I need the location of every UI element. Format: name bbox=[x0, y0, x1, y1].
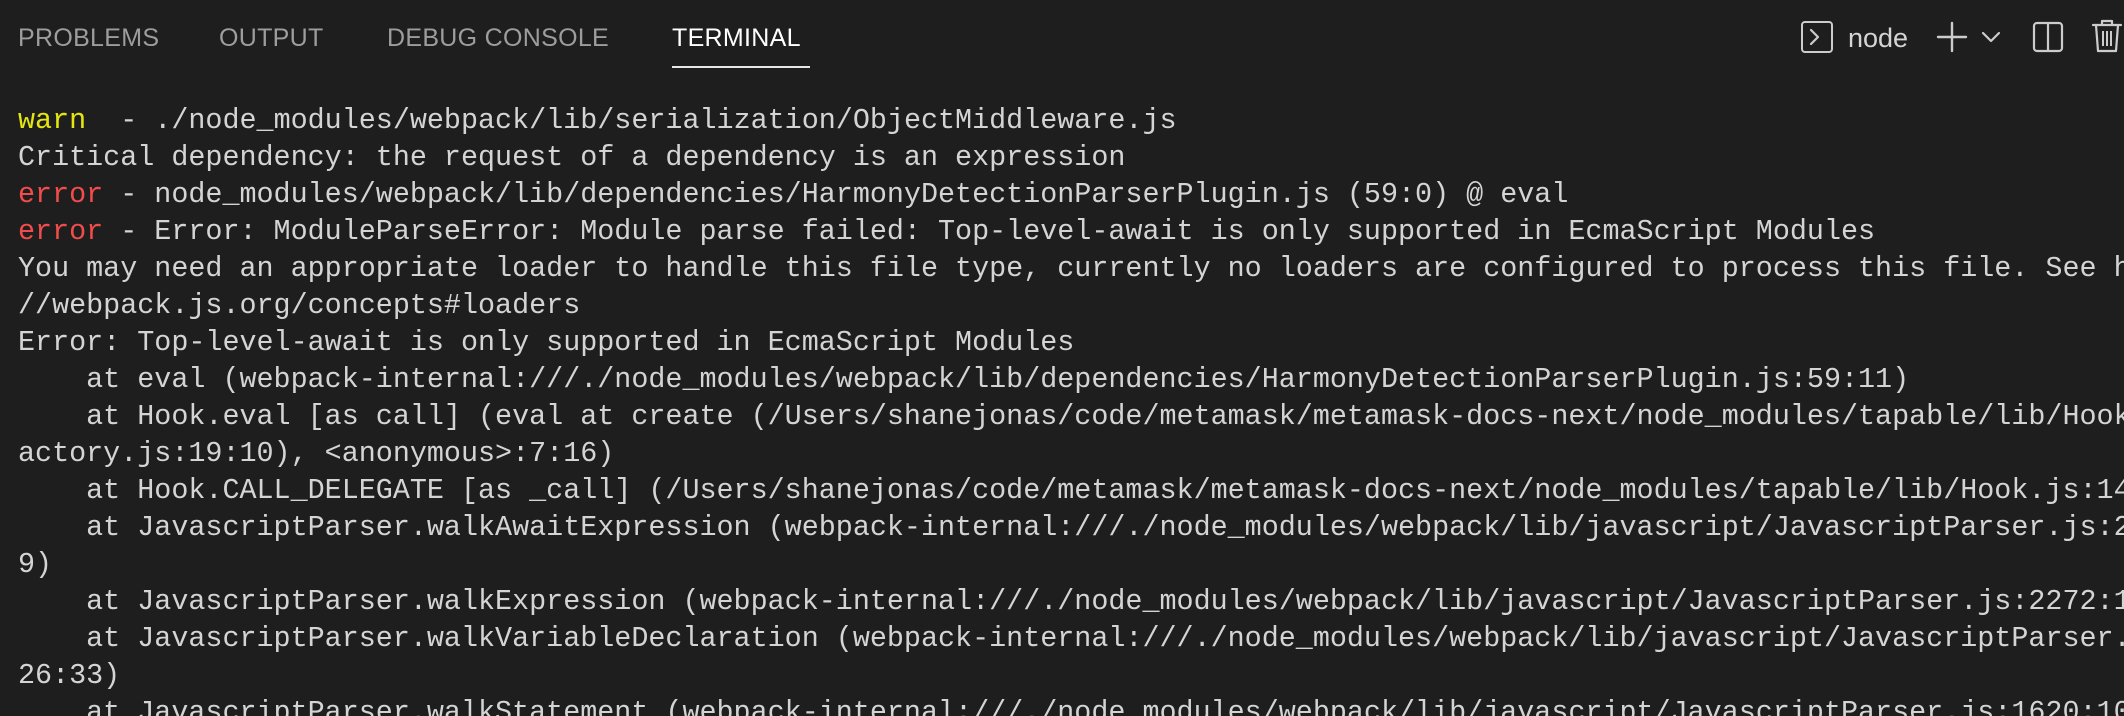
terminal-line: at JavascriptParser.walkExpression (webp… bbox=[18, 583, 2124, 620]
terminal-line-text: //webpack.js.org/concepts#loaders bbox=[18, 289, 581, 322]
terminal-line: 9) bbox=[18, 546, 2124, 583]
terminal-line-text: actory.js:19:10), <anonymous>:7:16) bbox=[18, 437, 615, 470]
terminal-line-text: at JavascriptParser.walkAwaitExpression … bbox=[18, 511, 2124, 544]
terminal-panel: PROBLEMS OUTPUT DEBUG CONSOLE TERMINAL n… bbox=[0, 0, 2124, 716]
tab-problems[interactable]: PROBLEMS bbox=[18, 22, 159, 54]
terminal-line-text: Error: Top-level-await is only supported… bbox=[18, 326, 1075, 359]
error-level-label: error bbox=[18, 178, 104, 211]
split-editor-icon[interactable] bbox=[2032, 20, 2064, 54]
tab-terminal[interactable]: TERMINAL bbox=[672, 22, 801, 54]
terminal-line-text: at JavascriptParser.walkExpression (webp… bbox=[18, 585, 2124, 618]
tab-debug-console[interactable]: DEBUG CONSOLE bbox=[387, 22, 609, 54]
terminal-line-text: at Hook.CALL_DELEGATE [as _call] (/Users… bbox=[18, 474, 2124, 507]
terminal-line: error - node_modules/webpack/lib/depende… bbox=[18, 176, 2124, 213]
terminal-shell-name[interactable]: node bbox=[1848, 22, 1908, 54]
terminal-line-text: - Error: ModuleParseError: Module parse … bbox=[103, 215, 1876, 248]
terminal-line: at JavascriptParser.walkVariableDeclarat… bbox=[18, 620, 2124, 657]
tab-output[interactable]: OUTPUT bbox=[219, 22, 324, 54]
terminal-line: at JavascriptParser.walkStatement (webpa… bbox=[18, 694, 2124, 716]
plus-icon[interactable] bbox=[1935, 20, 1969, 54]
terminal-line: at JavascriptParser.walkAwaitExpression … bbox=[18, 509, 2124, 546]
terminal-line-text: at Hook.eval [as call] (eval at create (… bbox=[18, 400, 2124, 433]
terminal-output[interactable]: warn - ./node_modules/webpack/lib/serial… bbox=[18, 102, 2124, 716]
terminal-icon[interactable] bbox=[1800, 20, 1834, 54]
trash-icon[interactable] bbox=[2090, 18, 2124, 54]
terminal-line: warn - ./node_modules/webpack/lib/serial… bbox=[18, 102, 2124, 139]
terminal-line-text: - node_modules/webpack/lib/dependencies/… bbox=[103, 178, 1569, 211]
terminal-line-text: You may need an appropriate loader to ha… bbox=[18, 252, 2124, 285]
terminal-line: 26:33) bbox=[18, 657, 2124, 694]
terminal-line: Error: Top-level-await is only supported… bbox=[18, 324, 2124, 361]
panel-tab-bar: PROBLEMS OUTPUT DEBUG CONSOLE TERMINAL n… bbox=[0, 0, 2124, 72]
terminal-line-text: at eval (webpack-internal:///./node_modu… bbox=[18, 363, 1910, 396]
error-level-label: error bbox=[18, 215, 104, 248]
terminal-line: at eval (webpack-internal:///./node_modu… bbox=[18, 361, 2124, 398]
terminal-line-text: 26:33) bbox=[18, 659, 121, 692]
terminal-line-text: at JavascriptParser.walkStatement (webpa… bbox=[18, 696, 2124, 716]
terminal-line-text: Critical dependency: the request of a de… bbox=[18, 141, 1126, 174]
warn-level-label: warn bbox=[18, 104, 87, 137]
terminal-line: at Hook.eval [as call] (eval at create (… bbox=[18, 398, 2124, 435]
terminal-line: You may need an appropriate loader to ha… bbox=[18, 250, 2124, 287]
chevron-down-icon[interactable] bbox=[1980, 26, 2002, 48]
terminal-line: actory.js:19:10), <anonymous>:7:16) bbox=[18, 435, 2124, 472]
active-tab-indicator bbox=[672, 66, 810, 68]
terminal-line: Critical dependency: the request of a de… bbox=[18, 139, 2124, 176]
terminal-line-text: at JavascriptParser.walkVariableDeclarat… bbox=[18, 622, 2124, 655]
terminal-line-text: - ./node_modules/webpack/lib/serializati… bbox=[86, 104, 1177, 137]
terminal-line: error - Error: ModuleParseError: Module … bbox=[18, 213, 2124, 250]
terminal-line: at Hook.CALL_DELEGATE [as _call] (/Users… bbox=[18, 472, 2124, 509]
terminal-line-text: 9) bbox=[18, 548, 53, 581]
terminal-line: //webpack.js.org/concepts#loaders bbox=[18, 287, 2124, 324]
